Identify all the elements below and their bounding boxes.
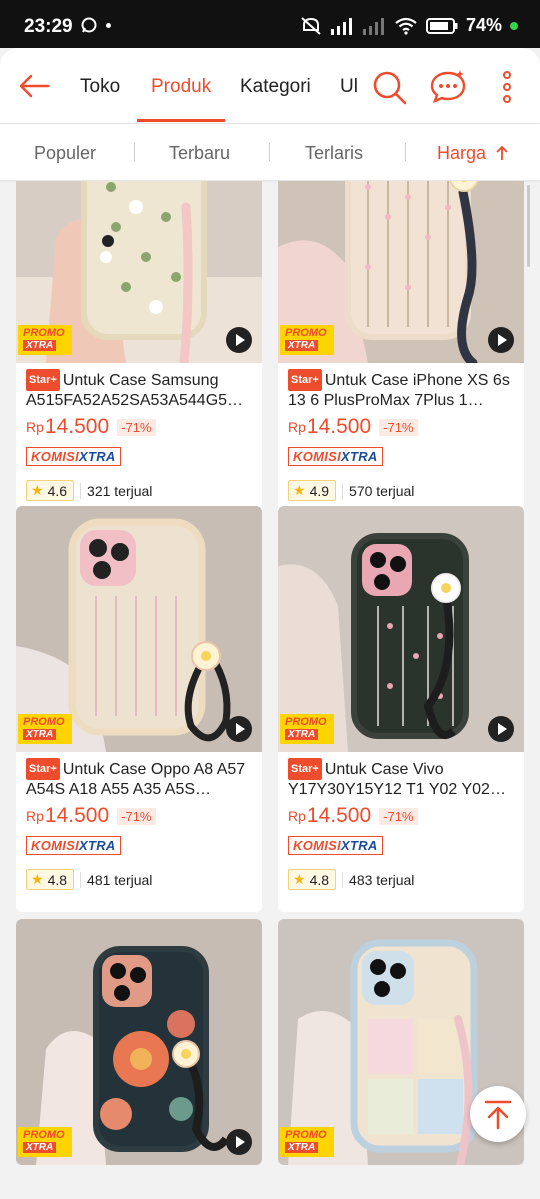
rating-badge: ★ 4.8 — [288, 869, 337, 890]
product-image[interactable]: PROMO XTRA — [278, 181, 524, 363]
product-price: 14.500 — [306, 415, 372, 438]
rating-row: ★ 4.8 481 terjual — [26, 869, 252, 890]
rating-badge: ★ 4.6 — [26, 480, 75, 501]
product-price: 14.500 — [44, 415, 110, 438]
scroll-to-top-button[interactable] — [470, 1086, 526, 1142]
product-title: Star+ Untuk Case Oppo A8 A57 A54S A18 A55… — [26, 758, 252, 798]
rating-badge: ★ 4.8 — [26, 869, 75, 890]
sort-harga[interactable]: Harga — [437, 143, 509, 164]
wifi-icon — [395, 17, 417, 35]
promo-xtra-badge: PROMO XTRA — [18, 714, 72, 744]
product-title: Star+ Untuk Case Samsung A515FA52A52SA53A… — [26, 369, 252, 409]
tab-produk[interactable]: Produk — [151, 76, 211, 98]
back-arrow-icon[interactable] — [16, 68, 52, 104]
sold-count: 321 terjual — [80, 482, 152, 499]
star-icon: ★ — [293, 482, 306, 498]
rating-row: ★ 4.6 321 terjual — [26, 480, 252, 501]
komisi-xtra-badge: KOMISIXTRA — [288, 447, 383, 466]
promo-xtra-badge: PROMO XTRA — [18, 1127, 72, 1157]
play-video-icon[interactable] — [226, 716, 252, 742]
price-row: Rp 14.500 -71% — [288, 804, 514, 828]
active-tab-indicator — [137, 119, 225, 122]
dot-icon — [106, 22, 111, 28]
discount-badge: -71% — [117, 418, 156, 436]
discount-badge: -71% — [379, 807, 418, 825]
product-card[interactable]: PROMO XTRA Star+ Untuk Case Oppo A8 A57 A5… — [16, 506, 262, 912]
product-image[interactable]: PROMO XTRA — [16, 919, 262, 1165]
sold-count: 570 terjual — [342, 482, 414, 499]
product-title: Star+ Untuk Case Vivo Y17Y30Y15Y12 T1 Y02… — [288, 758, 514, 798]
star-plus-badge: Star+ — [288, 369, 322, 391]
sold-count: 483 terjual — [342, 871, 414, 888]
rating-row: ★ 4.9 570 terjual — [288, 480, 514, 501]
signal-icon — [330, 17, 352, 35]
price-row: Rp 14.500 -71% — [288, 415, 514, 439]
product-card[interactable]: PROMO XTRA Star+ Untuk Case Vivo Y17Y30Y15… — [278, 506, 524, 912]
promo-xtra-badge: PROMO XTRA — [18, 325, 72, 355]
tab-toko[interactable]: Toko — [80, 76, 120, 98]
price-row: Rp 14.500 -71% — [26, 804, 252, 828]
tab-ulasan[interactable]: Ul — [340, 76, 358, 98]
arrow-to-top-icon — [484, 1100, 512, 1130]
play-video-icon[interactable] — [488, 716, 514, 742]
status-time: 23:29 — [24, 16, 73, 37]
rating-badge: ★ 4.9 — [288, 480, 337, 501]
charging-dot-icon — [510, 21, 518, 30]
product-card[interactable]: PROMO XTRA — [16, 919, 262, 1165]
promo-xtra-badge: PROMO XTRA — [280, 1127, 334, 1157]
product-image[interactable]: PROMO XTRA — [278, 506, 524, 752]
komisi-xtra-badge: KOMISIXTRA — [26, 836, 121, 855]
signal-2-icon — [362, 17, 384, 35]
sort-divider — [134, 143, 135, 161]
price-row: Rp 14.500 -71% — [26, 415, 252, 439]
product-image[interactable]: PROMO XTRA — [16, 181, 262, 363]
star-icon: ★ — [31, 871, 44, 887]
sort-populer[interactable]: Populer — [34, 143, 96, 164]
rating-row: ★ 4.8 483 terjual — [288, 869, 514, 890]
product-title: Star+ Untuk Case iPhone XS 6s 13 6 PlusPr… — [288, 369, 514, 409]
discount-badge: -71% — [379, 418, 418, 436]
product-price: 14.500 — [44, 804, 110, 827]
sort-divider — [269, 143, 270, 161]
status-bar: 23:29 74% — [0, 0, 540, 48]
product-card[interactable]: PROMO XTRA Star+ Untuk Case Samsung A515FA… — [16, 181, 262, 523]
mute-icon — [301, 16, 321, 35]
komisi-xtra-badge: KOMISIXTRA — [26, 447, 121, 466]
sort-terbaru[interactable]: Terbaru — [169, 143, 230, 164]
battery-level: 74% — [465, 15, 502, 35]
play-video-icon[interactable] — [226, 1129, 252, 1155]
star-plus-badge: Star+ — [288, 758, 322, 780]
play-video-icon[interactable] — [488, 327, 514, 353]
sort-terlaris[interactable]: Terlaris — [305, 143, 363, 164]
tab-kategori[interactable]: Kategori — [240, 76, 311, 98]
product-price: 14.500 — [306, 804, 372, 827]
product-card[interactable]: PROMO XTRA Star+ Untuk Case iPhone XS 6s 1… — [278, 181, 524, 523]
sort-bar: Populer Terbaru Terlaris Harga — [0, 124, 540, 180]
star-plus-badge: Star+ — [26, 369, 60, 391]
komisi-xtra-badge: KOMISIXTRA — [288, 836, 383, 855]
star-plus-badge: Star+ — [26, 758, 60, 780]
discount-badge: -71% — [117, 807, 156, 825]
search-icon[interactable] — [370, 68, 408, 106]
chat-icon[interactable] — [429, 68, 467, 106]
play-video-icon[interactable] — [226, 327, 252, 353]
promo-xtra-badge: PROMO XTRA — [280, 325, 334, 355]
sort-divider — [405, 143, 406, 161]
arrow-up-icon — [496, 145, 508, 160]
product-grid: PROMO XTRA Star+ Untuk Case Samsung A515FA… — [0, 181, 540, 1199]
sold-count: 481 terjual — [80, 871, 152, 888]
star-icon: ★ — [293, 871, 306, 887]
star-icon: ★ — [31, 482, 44, 498]
chat-notification-icon — [81, 17, 97, 33]
notification-icons — [80, 16, 111, 34]
promo-xtra-badge: PROMO XTRA — [280, 714, 334, 744]
scrollbar[interactable] — [527, 185, 530, 267]
top-navigation: Toko Produk Kategori Ul — [0, 48, 540, 124]
more-options-icon[interactable] — [488, 68, 526, 106]
battery-icon — [425, 17, 458, 34]
sort-harga-label: Harga — [437, 143, 487, 163]
product-image[interactable]: PROMO XTRA — [16, 506, 262, 752]
